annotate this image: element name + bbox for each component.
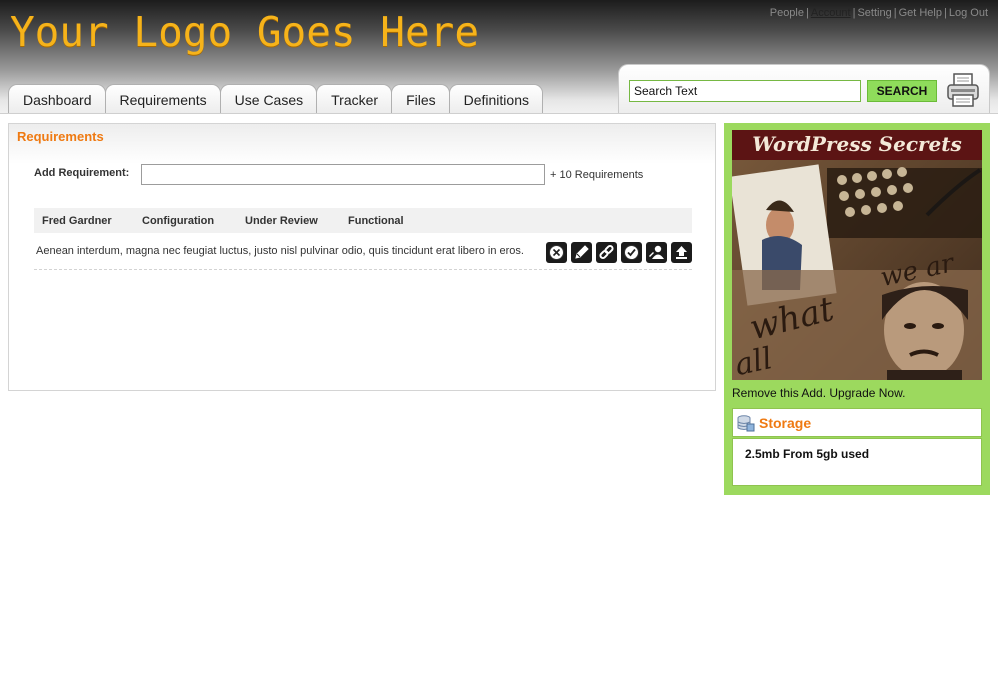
tab-tracker[interactable]: Tracker	[316, 84, 393, 114]
search-box: SEARCH	[618, 64, 990, 114]
svg-text:all: all	[732, 341, 775, 380]
log-out-link[interactable]: Log Out	[949, 7, 988, 19]
header: Your Logo Goes Here People | Account | Setti…	[0, 0, 998, 114]
main-tabs: Dashboard Requirements Use Cases Tracker…	[8, 84, 543, 114]
tab-requirements[interactable]: Requirements	[104, 84, 221, 114]
account-link[interactable]: Account	[811, 7, 851, 19]
logo[interactable]: Your Logo Goes Here	[10, 8, 479, 56]
printer-icon[interactable]	[947, 73, 979, 107]
storage-box: 2.5mb From 5gb used	[732, 438, 982, 486]
tab-dashboard[interactable]: Dashboard	[8, 84, 106, 114]
tab-use-cases[interactable]: Use Cases	[219, 84, 318, 114]
requirement-text: Aenean interdum, magna nec feugiat luctu…	[36, 245, 524, 257]
edit-icon[interactable]	[571, 242, 592, 263]
page-title: Requirements	[17, 129, 104, 144]
table-row: Aenean interdum, magna nec feugiat luctu…	[34, 237, 692, 270]
upgrade-link[interactable]: Remove this Add. Upgrade Now.	[732, 386, 905, 400]
top-links: People | Account | Setting | Get Help | Log Out	[769, 7, 988, 19]
storage-usage: 2.5mb From 5gb used	[745, 447, 870, 461]
search-input[interactable]	[629, 80, 861, 102]
storage-title: Storage	[759, 415, 812, 431]
ad-title: WordPress Secrets	[752, 132, 962, 156]
setting-link[interactable]: Setting	[857, 7, 891, 19]
delete-icon[interactable]	[546, 242, 567, 263]
column-status[interactable]: Under Review	[245, 215, 318, 227]
row-actions	[546, 242, 696, 263]
get-help-link[interactable]: Get Help	[899, 7, 942, 19]
column-type[interactable]: Functional	[348, 215, 404, 227]
add-requirement-label: Add Requirement:	[34, 167, 130, 179]
advertisement-image[interactable]: WordPress Secrets what we ar all	[732, 130, 982, 380]
requirements-table-header: Fred Gardner Configuration Under Review …	[34, 208, 692, 233]
search-button[interactable]: SEARCH	[867, 80, 937, 102]
storage-header: Storage	[732, 408, 982, 437]
header-divider	[0, 113, 998, 114]
sidebar: WordPress Secrets what we ar all Remove …	[724, 123, 990, 495]
column-owner[interactable]: Fred Gardner	[42, 215, 112, 227]
column-category[interactable]: Configuration	[142, 215, 214, 227]
requirements-count[interactable]: + 10 Requirements	[550, 169, 643, 181]
tab-files[interactable]: Files	[391, 84, 450, 114]
upload-icon[interactable]	[671, 242, 692, 263]
database-icon	[737, 415, 755, 432]
add-requirement-input[interactable]	[141, 164, 545, 185]
requirements-panel: Requirements Add Requirement: + 10 Requi…	[8, 123, 716, 391]
assign-user-icon[interactable]	[646, 242, 667, 263]
people-link[interactable]: People	[770, 7, 804, 19]
approve-icon[interactable]	[621, 242, 642, 263]
tab-definitions[interactable]: Definitions	[448, 84, 543, 114]
link-icon[interactable]	[596, 242, 617, 263]
